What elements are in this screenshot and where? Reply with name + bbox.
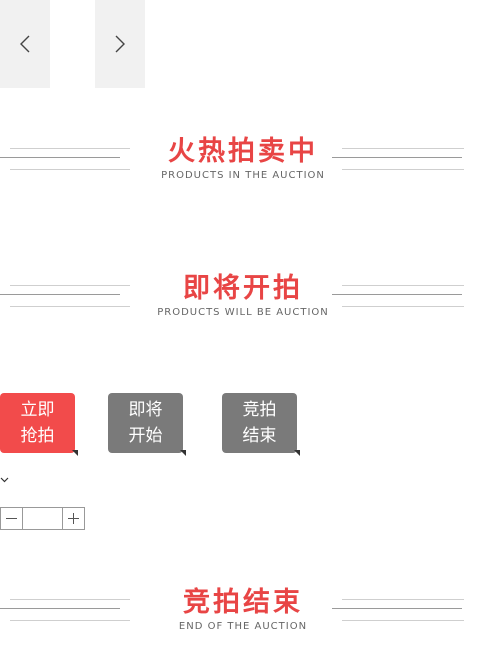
carousel-prev-button[interactable] bbox=[0, 0, 50, 88]
auction-ended-tag[interactable]: 竞拍 结束 bbox=[222, 393, 300, 456]
chevron-right-icon bbox=[115, 35, 125, 53]
increment-button[interactable] bbox=[62, 507, 85, 530]
bid-now-tag[interactable]: 立即 抢拍 bbox=[0, 393, 78, 456]
tag-label-line1: 即将 bbox=[128, 400, 163, 420]
quantity-stepper bbox=[0, 507, 85, 531]
section-subtitle: PRODUCTS WILL BE AUCTION bbox=[157, 307, 329, 318]
section-header-ended: 竞拍结束 END OF THE AUCTION bbox=[0, 586, 486, 646]
coming-soon-tag[interactable]: 即将 开始 bbox=[108, 393, 186, 456]
section-title: 竞拍结束 bbox=[183, 587, 303, 618]
plus-icon bbox=[68, 513, 79, 524]
section-title: 即将开拍 bbox=[183, 273, 303, 304]
section-header-upcoming: 即将开拍 PRODUCTS WILL BE AUCTION bbox=[0, 272, 486, 332]
dropdown-toggle[interactable] bbox=[0, 468, 10, 483]
decrement-button[interactable] bbox=[0, 507, 23, 530]
tag-label-line2: 抢拍 bbox=[20, 426, 55, 446]
tag-label-line2: 结束 bbox=[242, 426, 277, 446]
chevron-down-icon bbox=[0, 477, 9, 483]
section-subtitle: END OF THE AUCTION bbox=[178, 621, 308, 632]
section-subtitle: PRODUCTS IN THE AUCTION bbox=[161, 170, 325, 181]
minus-icon bbox=[6, 518, 17, 519]
carousel-next-button[interactable] bbox=[95, 0, 145, 88]
tag-label-line1: 立即 bbox=[20, 400, 55, 420]
tag-label-line2: 开始 bbox=[128, 426, 163, 446]
section-header-hot: 火热拍卖中 PRODUCTS IN THE AUCTION bbox=[0, 135, 486, 195]
quantity-input[interactable] bbox=[23, 507, 62, 530]
section-title: 火热拍卖中 bbox=[168, 136, 318, 167]
chevron-left-icon bbox=[20, 35, 30, 53]
tag-label-line1: 竞拍 bbox=[242, 400, 277, 420]
